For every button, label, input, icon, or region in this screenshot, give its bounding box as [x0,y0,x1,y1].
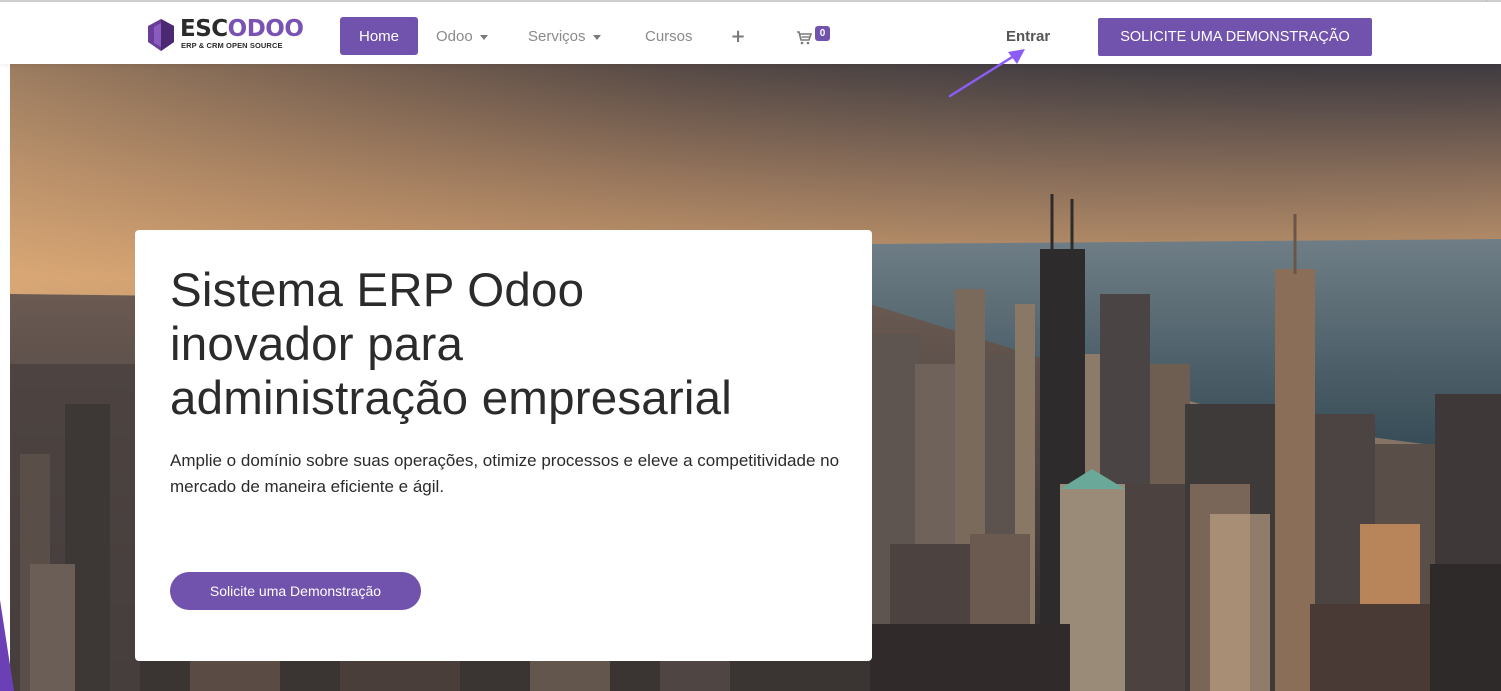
nav-odoo-label: Odoo [436,27,473,45]
hero-demo-button[interactable]: Solicite uma Demonstração [170,572,421,610]
cart-link[interactable]: 0 [796,26,836,48]
nav-odoo-dropdown[interactable]: Odoo [436,17,488,55]
nav-home[interactable]: Home [340,17,418,55]
plus-icon[interactable]: + [728,17,748,55]
hero-section: Sistema ERP Odoo inovador para administr… [10,64,1501,691]
cart-count-badge: 0 [815,26,830,41]
main-navbar: ESCODOO ERP & CRM OPEN SOURCE Home Odoo … [0,2,1501,64]
nav-servicos-dropdown[interactable]: Serviços [528,17,601,55]
hero-title: Sistema ERP Odoo inovador para administr… [170,264,860,426]
hero-title-line-2: inovador para [170,318,464,371]
hero-title-line-3: administração empresarial [170,372,733,425]
side-decoration [0,600,14,691]
hero-title-line-1: Sistema ERP Odoo [170,264,585,317]
caret-down-icon [592,34,601,40]
hero-description: Amplie o domínio sobre suas operações, o… [170,451,840,496]
shield-logo-icon [148,19,174,51]
page: ESCODOO ERP & CRM OPEN SOURCE Home Odoo … [0,0,1501,691]
nav-servicos-label: Serviços [528,27,586,45]
logo-subtitle: ERP & CRM OPEN SOURCE [181,41,283,50]
annotation-arrow-icon [948,49,1025,98]
caret-down-icon [479,34,488,40]
site-logo[interactable]: ESCODOO ERP & CRM OPEN SOURCE [146,16,316,52]
request-demo-button[interactable]: SOLICITE UMA DEMONSTRAÇÃO [1098,18,1372,56]
logo-wordmark: ESCODOO [180,16,304,42]
nav-cursos[interactable]: Cursos [645,17,693,55]
shopping-cart-icon [797,31,812,45]
hero-card: Sistema ERP Odoo inovador para administr… [135,230,872,661]
